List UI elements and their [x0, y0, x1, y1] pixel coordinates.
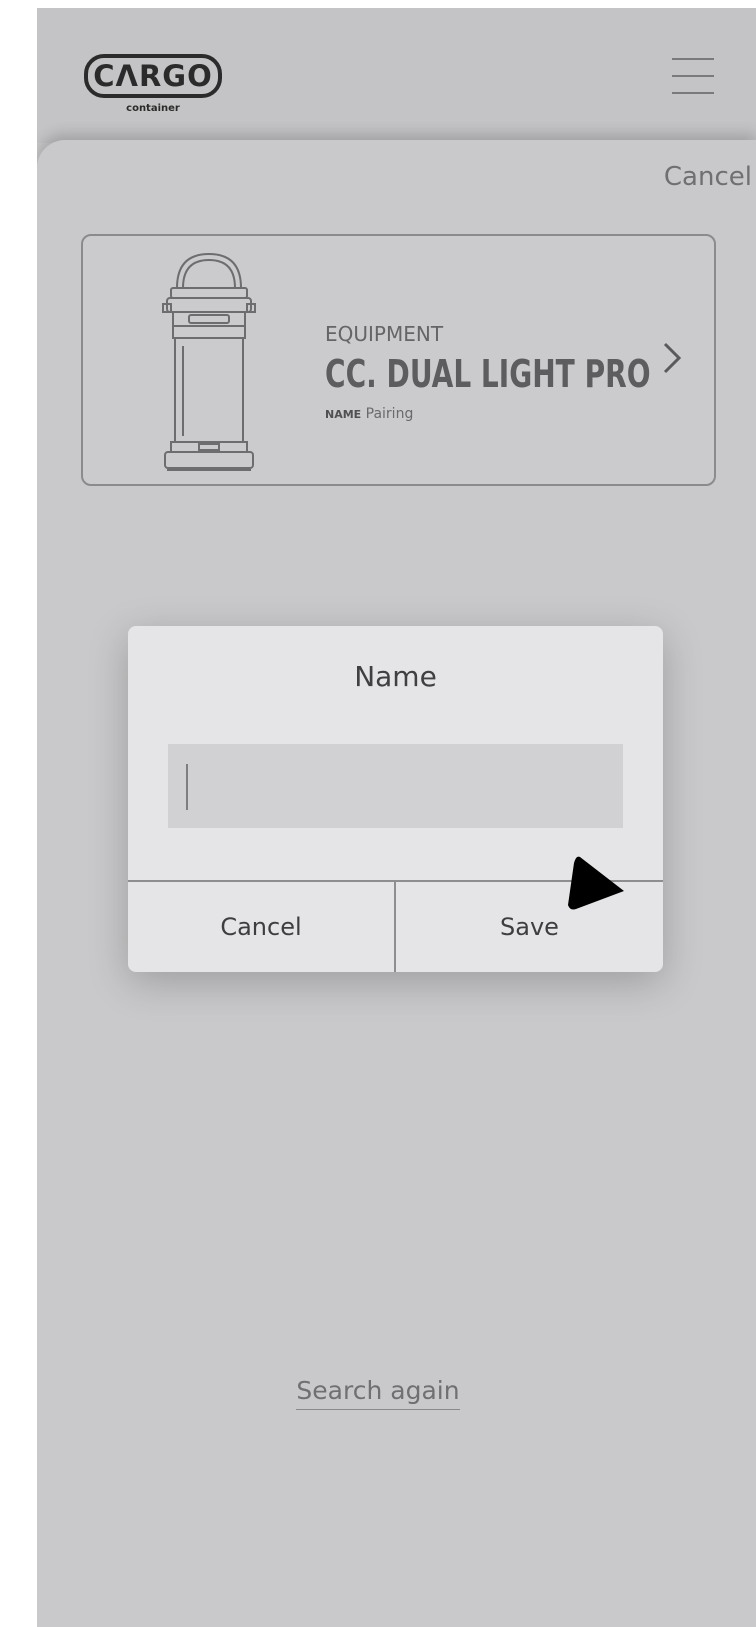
equipment-name-row: NAME Pairing [325, 406, 413, 422]
dialog-title: Name [354, 660, 437, 693]
equipment-card[interactable]: EQUIPMENT CC. DUAL LIGHT PRO NAME Pairin… [81, 234, 716, 486]
text-caret [186, 764, 188, 810]
pointer-cursor-icon [568, 856, 624, 910]
dialog-cancel-button[interactable]: Cancel [128, 882, 394, 972]
app-screen: CΛRGO container Cancel EQUIPMENT CC. DUA… [37, 8, 756, 1627]
name-dialog: Name Cancel Save [128, 626, 663, 972]
equipment-title: CC. DUAL LIGHT PRO [325, 352, 651, 396]
chevron-right-icon [663, 342, 682, 374]
equipment-kicker: EQUIPMENT [325, 322, 444, 346]
app-header: CΛRGO container [37, 8, 756, 143]
search-again-link[interactable]: Search again [37, 1376, 756, 1410]
logo-subtext: container [126, 103, 180, 114]
equipment-name-value: Pairing [365, 406, 414, 422]
equipment-name-label: NAME [325, 408, 362, 421]
logo-wordmark: CΛRGO [84, 54, 222, 98]
search-again-label[interactable]: Search again [296, 1376, 460, 1410]
sheet-cancel-button[interactable]: Cancel [664, 162, 752, 192]
cargo-logo: CΛRGO container [84, 54, 222, 124]
lantern-icon [162, 252, 256, 471]
hamburger-menu-icon[interactable] [670, 50, 716, 102]
name-input[interactable] [168, 744, 623, 828]
